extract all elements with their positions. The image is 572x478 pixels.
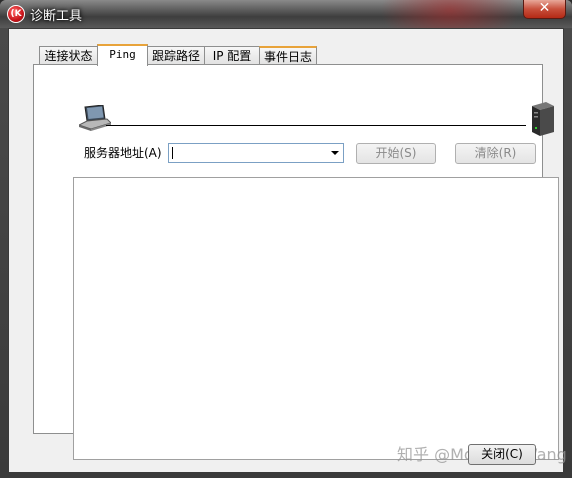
server-address-label: 服务器地址(A) <box>84 146 162 160</box>
server-icon <box>532 102 554 136</box>
tab-connection-status[interactable]: 连接状态 <box>39 46 98 65</box>
tab-traceroute[interactable]: 跟踪路径 <box>147 46 205 65</box>
clear-button[interactable]: 清除(R) <box>455 143 536 164</box>
title-bar[interactable]: (K 诊断工具 ✕ <box>0 0 572 28</box>
ping-output-area[interactable] <box>73 177 559 460</box>
ping-tab-panel: 服务器地址(A) 开始(S) 清除(R) <box>33 64 559 460</box>
window-title: 诊断工具 <box>30 9 83 24</box>
text-caret <box>172 147 173 159</box>
window-close-button[interactable]: ✕ <box>523 0 566 19</box>
dialog-client-area: 连接状态 Ping 跟踪路径 IP 配置 事件日志 服务器地址(A) 开始(S)… <box>8 28 567 473</box>
tab-ping[interactable]: Ping <box>97 44 148 66</box>
dropdown-arrow-icon[interactable] <box>331 151 339 155</box>
app-icon[interactable]: (K <box>7 5 25 23</box>
close-button[interactable]: 关闭(C) <box>468 444 536 465</box>
server-address-combobox[interactable] <box>168 143 344 163</box>
connection-line <box>106 125 526 126</box>
start-button[interactable]: 开始(S) <box>356 143 436 164</box>
tab-event-log[interactable]: 事件日志 <box>259 46 317 65</box>
laptop-icon <box>79 105 111 131</box>
title-bar-glow <box>380 0 520 28</box>
diagnostic-tool-window: (K 诊断工具 ✕ 连接状态 Ping 跟踪路径 IP 配置 事件日志 服务器地… <box>0 0 572 478</box>
tab-ip-config[interactable]: IP 配置 <box>204 46 260 65</box>
